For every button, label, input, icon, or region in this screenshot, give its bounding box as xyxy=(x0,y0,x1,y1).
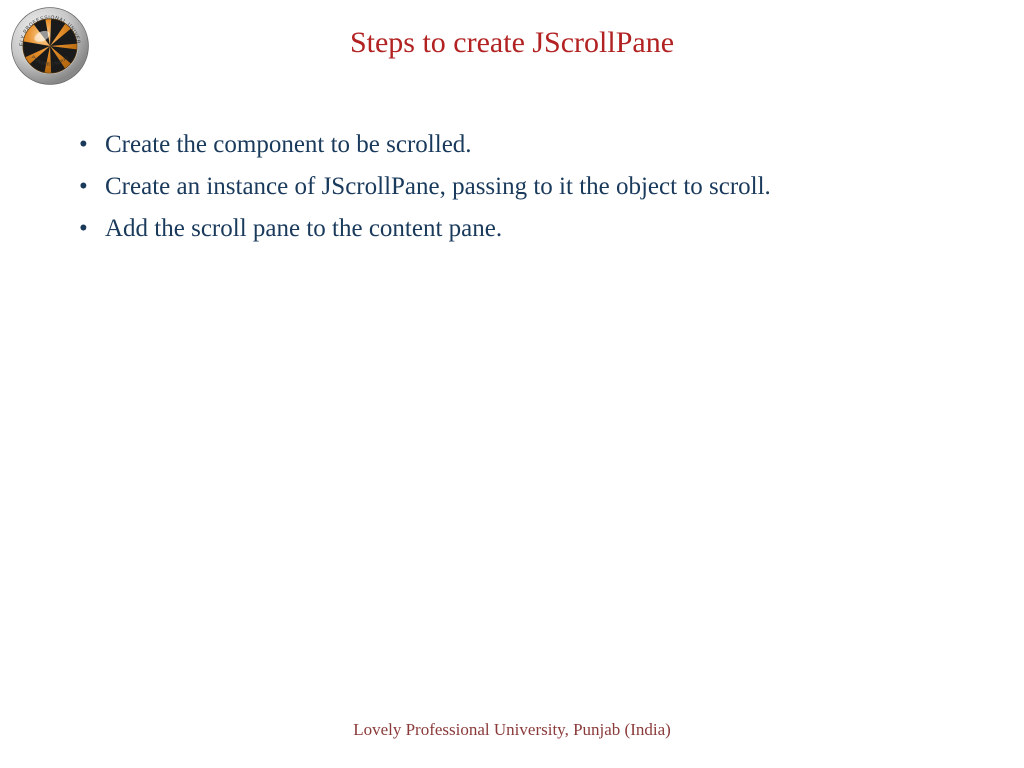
steps-list: Create the component to be scrolled. Cre… xyxy=(75,125,964,249)
slide-title: Steps to create JScrollPane xyxy=(0,26,1024,60)
list-item: Add the scroll pane to the content pane. xyxy=(75,209,964,249)
slide-body: Create the component to be scrolled. Cre… xyxy=(75,125,964,251)
list-item: Create an instance of JScrollPane, passi… xyxy=(75,167,964,207)
slide-footer: Lovely Professional University, Punjab (… xyxy=(0,720,1024,740)
list-item: Create the component to be scrolled. xyxy=(75,125,964,165)
